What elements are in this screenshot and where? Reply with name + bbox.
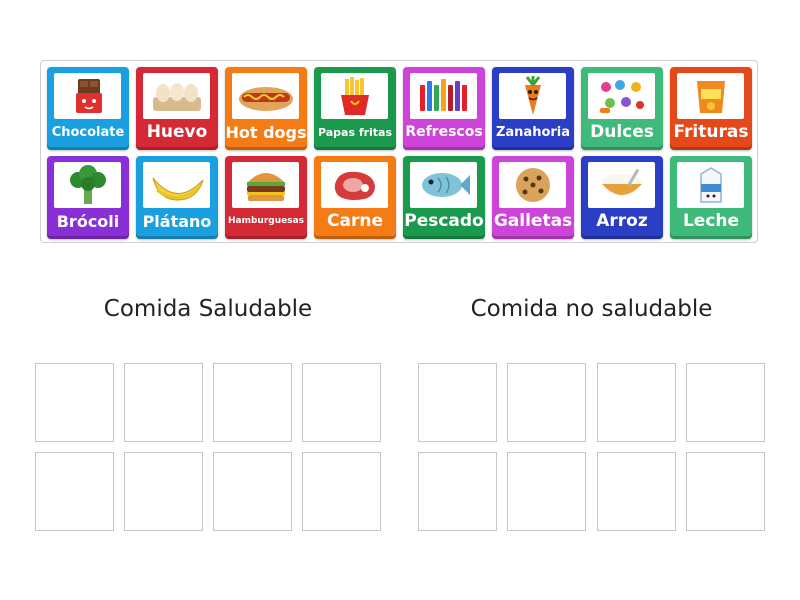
- card-label: Arroz: [596, 211, 648, 231]
- drop-slot-unhealthy[interactable]: [507, 452, 586, 531]
- card-papas-fritas[interactable]: Papas fritas: [314, 67, 396, 150]
- card-dulces[interactable]: Dulces: [581, 67, 663, 150]
- drop-slot-unhealthy[interactable]: [418, 363, 497, 442]
- card-label: Frituras: [673, 122, 749, 142]
- hotdog-icon: [232, 73, 299, 119]
- card-carne[interactable]: Carne: [314, 156, 396, 239]
- carrot-icon: [499, 73, 566, 119]
- soda-icon: [410, 73, 477, 119]
- rice-icon: [588, 162, 655, 208]
- cookie-icon: [499, 162, 566, 208]
- meat-icon: [321, 162, 388, 208]
- fries-icon: [321, 73, 388, 119]
- drop-slot-unhealthy[interactable]: [507, 363, 586, 442]
- card-zanahoria[interactable]: Zanahoria: [492, 67, 574, 150]
- card-label: Hot dogs: [225, 122, 307, 142]
- card-label: Hamburguesas: [227, 216, 304, 226]
- drop-slot-unhealthy[interactable]: [686, 363, 765, 442]
- drop-slot-unhealthy[interactable]: [597, 363, 676, 442]
- card-hot-dogs[interactable]: Hot dogs: [225, 67, 307, 150]
- card-label: Refrescos: [405, 124, 483, 140]
- drop-slot-unhealthy[interactable]: [597, 452, 676, 531]
- egg-icon: [143, 73, 210, 119]
- group-title-unhealthy: Comida no saludable: [470, 296, 713, 322]
- card-leche[interactable]: Leche: [670, 156, 752, 239]
- drop-slot-healthy[interactable]: [35, 452, 114, 531]
- card-arroz[interactable]: Arroz: [581, 156, 663, 239]
- fish-icon: [410, 162, 477, 208]
- card-refrescos[interactable]: Refrescos: [403, 67, 485, 150]
- drop-slot-healthy[interactable]: [213, 452, 292, 531]
- card-platano[interactable]: Plátano: [136, 156, 218, 239]
- card-label: Brócoli: [56, 211, 120, 231]
- drop-slot-healthy[interactable]: [302, 363, 381, 442]
- card-label: Huevo: [146, 122, 208, 142]
- drop-slot-healthy[interactable]: [124, 363, 203, 442]
- drop-slot-unhealthy[interactable]: [686, 452, 765, 531]
- burger-icon: [232, 162, 299, 208]
- drop-slot-healthy[interactable]: [124, 452, 203, 531]
- card-hamburguesas[interactable]: Hamburguesas: [225, 156, 307, 239]
- card-pescado[interactable]: Pescado: [403, 156, 485, 239]
- card-chocolate[interactable]: Chocolate: [47, 67, 129, 150]
- card-label: Papas fritas: [317, 125, 393, 139]
- milk-icon: [677, 162, 744, 208]
- candy-icon: [588, 73, 655, 119]
- card-brocoli[interactable]: Brócoli: [47, 156, 129, 239]
- drop-slot-unhealthy[interactable]: [418, 452, 497, 531]
- drop-slot-healthy[interactable]: [213, 363, 292, 442]
- card-frituras[interactable]: Frituras: [670, 67, 752, 150]
- card-galletas[interactable]: Galletas: [492, 156, 574, 239]
- chocolate-icon: [54, 73, 121, 119]
- card-label: Pescado: [404, 211, 484, 231]
- drop-slot-healthy[interactable]: [302, 452, 381, 531]
- drop-slot-healthy[interactable]: [35, 363, 114, 442]
- card-huevo[interactable]: Huevo: [136, 67, 218, 150]
- card-tray: Chocolate Huevo Hot dogs Papas fritas Refres…: [40, 60, 758, 243]
- card-label: Zanahoria: [495, 124, 571, 140]
- card-label: Dulces: [590, 122, 654, 142]
- card-label: Carne: [327, 211, 383, 231]
- card-label: Plátano: [142, 211, 212, 231]
- card-label: Chocolate: [51, 124, 125, 140]
- broccoli-icon: [54, 162, 121, 208]
- card-label: Galletas: [493, 211, 573, 231]
- card-label: Leche: [682, 211, 740, 231]
- group-title-healthy: Comida Saludable: [103, 296, 313, 322]
- banana-icon: [143, 162, 210, 208]
- chips-icon: [677, 73, 744, 119]
